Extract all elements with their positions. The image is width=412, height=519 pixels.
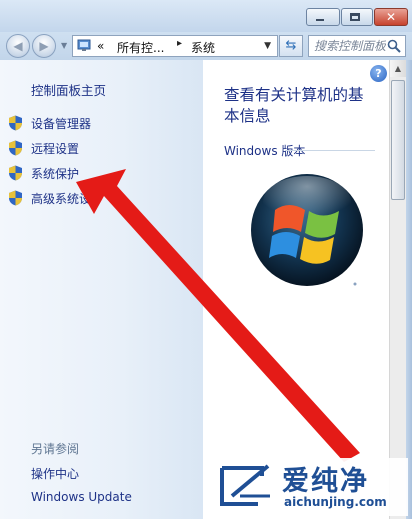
back-arrow-icon: ◀ bbox=[13, 39, 23, 53]
page-title: 查看有关计算机的基本信息 bbox=[224, 86, 364, 125]
close-button[interactable]: ✕ bbox=[374, 8, 408, 26]
watermark-text: 爱纯净 bbox=[282, 466, 369, 497]
breadcrumb-separator[interactable]: ▸ bbox=[177, 38, 182, 49]
control-panel-home-link[interactable]: 控制面板主页 bbox=[31, 80, 106, 99]
breadcrumb-all-control-panel[interactable]: 所有控... bbox=[117, 39, 164, 56]
action-center-link[interactable]: 操作中心 bbox=[31, 465, 79, 482]
system-info-pane: ? 查看有关计算机的基本信息 Windows 版本 bbox=[203, 60, 389, 519]
watermark-logo bbox=[220, 464, 270, 506]
back-button[interactable]: ◀ bbox=[6, 34, 30, 58]
uac-shield-icon bbox=[9, 115, 22, 131]
watermark-url: aichunjing.com bbox=[284, 495, 387, 509]
address-dropdown-icon[interactable]: ▼ bbox=[264, 41, 271, 51]
task-label: 系统保护 bbox=[31, 167, 80, 181]
search-icon[interactable] bbox=[387, 39, 401, 53]
navigation-bar: ◀ ▶ ▼ « 所有控... ▸ 系统 ▼ ⇆ bbox=[0, 32, 412, 60]
control-panel-icon bbox=[77, 39, 91, 51]
maximize-icon bbox=[350, 13, 360, 21]
watermark: 爱纯净 aichunjing.com bbox=[212, 458, 408, 516]
forward-button[interactable]: ▶ bbox=[32, 34, 56, 58]
refresh-button[interactable]: ⇆ bbox=[279, 35, 303, 57]
windows-update-link[interactable]: Windows Update bbox=[31, 490, 132, 504]
address-prefix[interactable]: « bbox=[97, 39, 104, 53]
section-divider bbox=[285, 150, 375, 151]
task-label: 高级系统设 bbox=[31, 192, 92, 206]
scroll-up-icon[interactable]: ▲ bbox=[390, 60, 406, 77]
recent-pages-dropdown-icon[interactable]: ▼ bbox=[61, 41, 67, 50]
uac-shield-icon bbox=[9, 190, 22, 206]
tasks-pane: 控制面板主页 设备管理器 远程设置 系统保护 高级系统设 另请参阅 操作中心 W… bbox=[0, 60, 203, 519]
refresh-icon: ⇆ bbox=[285, 38, 297, 53]
task-label: 设备管理器 bbox=[31, 117, 92, 131]
scroll-thumb[interactable] bbox=[391, 80, 405, 200]
address-bar[interactable]: « 所有控... ▸ 系统 ▼ bbox=[72, 35, 278, 57]
uac-shield-icon bbox=[9, 140, 22, 156]
breadcrumb-system[interactable]: 系统 bbox=[191, 39, 215, 56]
windows-logo bbox=[251, 174, 363, 286]
title-bar: ✕ bbox=[0, 0, 412, 32]
task-label: 远程设置 bbox=[31, 142, 80, 156]
search-box[interactable] bbox=[308, 35, 406, 57]
minimize-button[interactable] bbox=[306, 8, 340, 26]
close-icon: ✕ bbox=[385, 10, 397, 24]
help-icon: ? bbox=[375, 67, 382, 80]
search-input[interactable] bbox=[314, 38, 386, 54]
maximize-button[interactable] bbox=[341, 8, 373, 26]
window-frame bbox=[406, 60, 412, 519]
uac-shield-icon bbox=[9, 165, 22, 181]
forward-arrow-icon: ▶ bbox=[39, 39, 49, 53]
minimize-icon bbox=[316, 19, 324, 21]
see-also-heading: 另请参阅 bbox=[31, 442, 80, 456]
help-button[interactable]: ? bbox=[370, 65, 387, 82]
vertical-scrollbar[interactable]: ▲ bbox=[389, 60, 406, 519]
